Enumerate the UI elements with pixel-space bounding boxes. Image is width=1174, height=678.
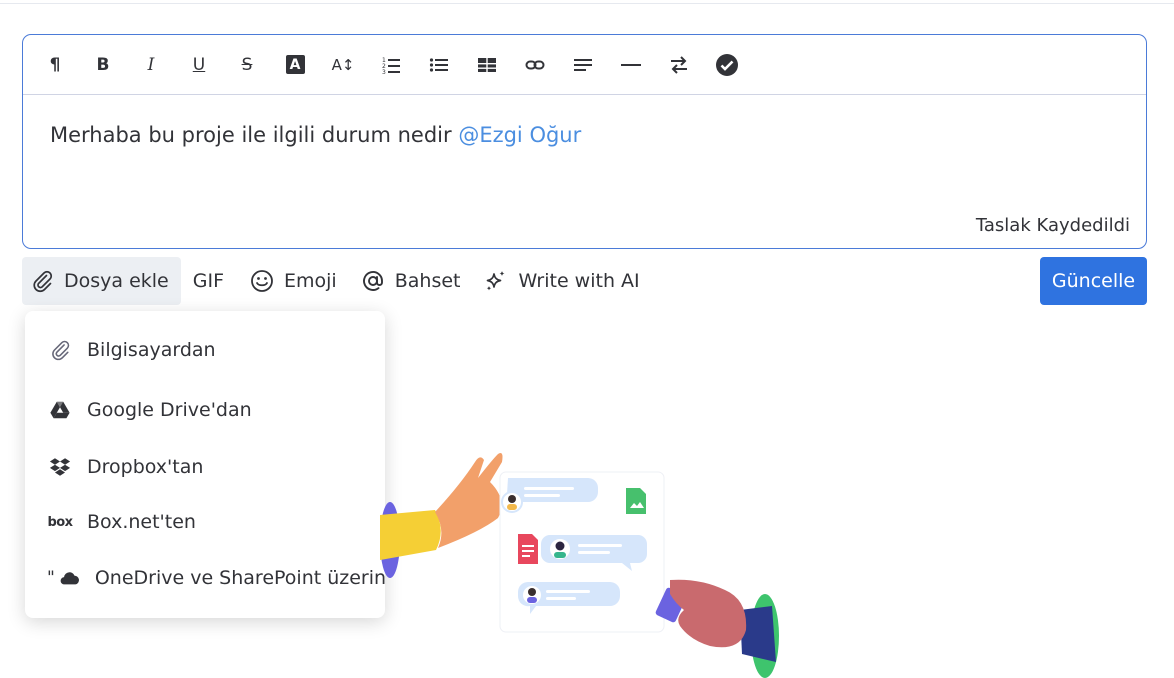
link-icon (525, 60, 545, 69)
onedrive-icon (59, 566, 81, 590)
bold-icon: B (96, 54, 110, 75)
emoji-button[interactable]: Emoji (238, 257, 349, 305)
google-drive-icon (47, 398, 73, 422)
mention-label: Bahset (394, 270, 461, 292)
table-button[interactable] (469, 47, 505, 83)
text-color-button[interactable]: A (277, 47, 313, 83)
sparkle-icon (484, 269, 508, 293)
box-icon: box (47, 514, 73, 530)
attach-file-menu: Bilgisayardan Google Drive'dan Dropbox't… (25, 311, 385, 618)
gif-label: GIF (192, 270, 225, 292)
font-size-button[interactable]: A↕ (325, 47, 361, 83)
bold-button[interactable]: B (85, 47, 121, 83)
paperclip-icon (30, 269, 54, 293)
italic-button[interactable]: I (133, 47, 169, 83)
bullet-list-icon (429, 57, 448, 72)
comment-editor[interactable]: ¶ B I U S A A↕ 123 Merhaba bu proje ile … (22, 34, 1147, 249)
update-button[interactable]: Güncelle (1040, 257, 1147, 305)
link-button[interactable] (517, 47, 553, 83)
menu-item-label: OneDrive ve SharePoint üzerinden (94, 567, 385, 589)
checklist-button[interactable] (709, 47, 745, 83)
gif-button[interactable]: GIF (181, 257, 238, 305)
write-with-ai-button[interactable]: Write with AI (472, 257, 651, 305)
formatting-toolbar: ¶ B I U S A A↕ 123 (23, 35, 1146, 95)
svg-text:3: 3 (382, 69, 386, 75)
menu-item-google-drive[interactable]: Google Drive'dan (25, 390, 385, 430)
empty-state-illustration (380, 440, 800, 678)
align-button[interactable] (565, 47, 601, 83)
underline-icon: U (192, 54, 206, 75)
editor-content[interactable]: Merhaba bu proje ile ilgili durum nedir … (50, 123, 581, 147)
paperclip-icon (47, 338, 73, 362)
strikethrough-button[interactable]: S (229, 47, 265, 83)
table-icon (478, 57, 496, 72)
top-divider (0, 3, 1174, 4)
paragraph-button[interactable]: ¶ (37, 47, 73, 83)
menu-item-dropbox[interactable]: Dropbox'tan (25, 447, 385, 487)
menu-item-label: Google Drive'dan (87, 399, 252, 421)
check-circle-icon (716, 53, 738, 76)
smiley-icon (250, 269, 274, 293)
editor-actions: Dosya ekle GIF Emoji Bahset Write with A… (22, 257, 652, 305)
menu-item-label: Box.net'ten (87, 511, 196, 533)
numbered-list-icon: 123 (382, 57, 400, 75)
menu-item-box[interactable]: box Box.net'ten (25, 502, 385, 542)
direction-button[interactable] (661, 47, 697, 83)
italic-icon: I (147, 54, 155, 75)
numbered-list-button[interactable]: 123 (373, 47, 409, 83)
divider-button[interactable] (613, 47, 649, 83)
dropbox-icon (47, 455, 73, 479)
write-with-ai-label: Write with AI (518, 270, 640, 292)
text-direction-icon (671, 55, 687, 74)
attach-file-label: Dosya ekle (64, 270, 169, 292)
paragraph-icon: ¶ (49, 54, 61, 75)
menu-item-label: Bilgisayardan (87, 339, 216, 361)
strikethrough-icon: S (241, 54, 253, 75)
draft-status: Taslak Kaydedildi (975, 215, 1130, 236)
font-size-icon: A↕ (331, 55, 355, 74)
align-left-icon (574, 58, 592, 71)
user-mention[interactable]: @Ezgi Oğur (458, 123, 581, 147)
menu-item-prefix: " (47, 568, 55, 588)
menu-item-label: Dropbox'tan (87, 456, 204, 478)
attach-file-button[interactable]: Dosya ekle (22, 257, 181, 305)
at-sign-icon (361, 269, 385, 293)
menu-item-onedrive[interactable]: " OneDrive ve SharePoint üzerinden (25, 558, 385, 598)
text-color-icon: A (285, 55, 305, 74)
horizontal-rule-icon (621, 63, 641, 66)
emoji-label: Emoji (284, 270, 337, 292)
comment-text: Merhaba bu proje ile ilgili durum nedir (50, 123, 459, 147)
mention-button[interactable]: Bahset (349, 257, 473, 305)
menu-item-computer[interactable]: Bilgisayardan (25, 330, 385, 370)
underline-button[interactable]: U (181, 47, 217, 83)
bullet-list-button[interactable] (421, 47, 457, 83)
